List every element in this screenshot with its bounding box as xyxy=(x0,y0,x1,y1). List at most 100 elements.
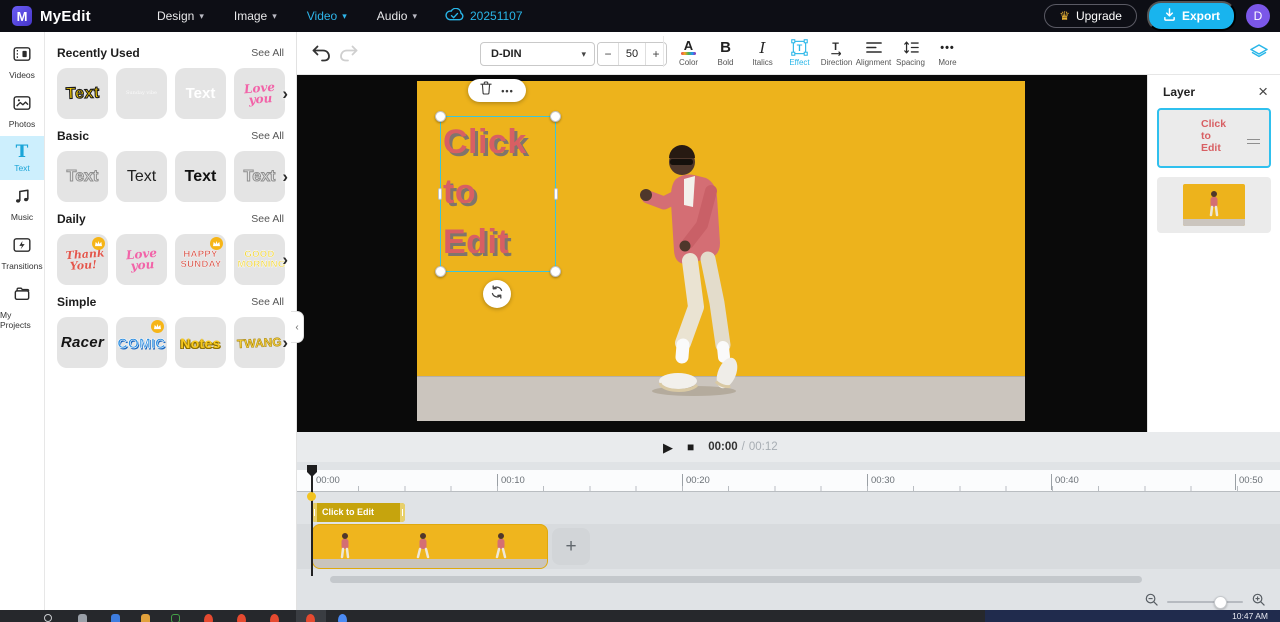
menu-design[interactable]: Design▾ xyxy=(157,9,204,23)
transitions-icon xyxy=(13,237,31,258)
time-display: 00:00 / 00:12 xyxy=(708,441,777,453)
chevron-right-icon[interactable]: › xyxy=(282,250,288,270)
taskbar-app-icon[interactable] xyxy=(111,614,120,622)
text-direction-icon: T xyxy=(828,39,845,56)
taskbar-app-icon[interactable] xyxy=(141,614,150,622)
taskbar-app-icon[interactable] xyxy=(171,614,180,622)
layer-item-text[interactable]: Click to Edit xyxy=(1157,108,1271,168)
italics-button[interactable]: I Italics xyxy=(744,36,781,67)
text-edit-toolbar: D-DIN ▾ − 50 + A Color B Bold I Italics … xyxy=(297,32,1280,75)
font-size-value[interactable]: 50 xyxy=(618,43,646,65)
see-all-link[interactable]: See All xyxy=(251,296,284,308)
video-frame[interactable]: Click to Edit ••• xyxy=(417,81,1025,421)
see-all-link[interactable]: See All xyxy=(251,130,284,142)
see-all-link[interactable]: See All xyxy=(251,213,284,225)
text-preset[interactable]: Love you xyxy=(116,234,167,285)
text-preset[interactable]: Text xyxy=(175,68,226,119)
see-all-link[interactable]: See All xyxy=(251,47,284,59)
rail-item-videos[interactable]: Videos xyxy=(0,38,44,87)
taskbar-app-icon[interactable] xyxy=(338,614,347,622)
user-avatar[interactable]: D xyxy=(1246,4,1270,28)
text-preset[interactable]: COMIC xyxy=(116,317,167,368)
chevron-right-icon[interactable]: › xyxy=(282,333,288,353)
spacing-button[interactable]: Spacing xyxy=(892,36,929,67)
font-size-decrease-button[interactable]: − xyxy=(598,43,618,65)
timeline-ruler[interactable]: 00:00 00:10 00:20 00:30 00:40 00:50 xyxy=(297,470,1280,492)
alignment-button[interactable]: Alignment xyxy=(855,36,892,67)
menu-image[interactable]: Image▾ xyxy=(234,9,277,23)
drag-handle-icon[interactable] xyxy=(1247,136,1260,147)
text-preset[interactable]: GOOD MORNING xyxy=(234,234,285,285)
selection-bounding-box[interactable] xyxy=(440,116,556,272)
clip-trim-handle-left[interactable] xyxy=(312,503,317,522)
zoom-slider-handle[interactable] xyxy=(1214,596,1227,609)
text-preset[interactable]: Sunday vibe xyxy=(116,68,167,119)
upgrade-button[interactable]: ♛ Upgrade xyxy=(1044,4,1137,28)
redo-button[interactable] xyxy=(339,45,359,67)
zoom-in-icon[interactable] xyxy=(1252,593,1265,610)
zoom-slider[interactable] xyxy=(1167,601,1243,603)
text-preset[interactable]: Text xyxy=(234,151,285,202)
export-button[interactable]: Export xyxy=(1147,1,1236,31)
rail-item-text[interactable]: T Text xyxy=(0,136,44,180)
text-preset[interactable]: Text xyxy=(57,68,108,119)
resize-handle-top-right[interactable] xyxy=(550,111,561,122)
rail-item-transitions[interactable]: Transitions xyxy=(0,229,44,278)
layers-panel-toggle[interactable] xyxy=(1250,44,1268,65)
stop-button[interactable]: ■ xyxy=(687,441,694,453)
more-button[interactable]: ••• More xyxy=(929,36,966,67)
taskbar-app-icon[interactable] xyxy=(237,614,246,622)
text-preset[interactable]: Text xyxy=(57,151,108,202)
taskbar-app-icon[interactable] xyxy=(306,614,315,622)
direction-button[interactable]: T Direction xyxy=(818,36,855,67)
layer-item-video[interactable] xyxy=(1157,177,1271,233)
more-options-icon[interactable]: ••• xyxy=(501,86,513,96)
app-logo[interactable]: M MyEdit xyxy=(12,6,91,26)
rail-item-music[interactable]: Music xyxy=(0,180,44,229)
timeline-video-clip[interactable] xyxy=(312,524,548,569)
resize-handle-bottom-right[interactable] xyxy=(550,266,561,277)
os-taskbar: 10:47 AM xyxy=(0,610,1280,622)
text-preset[interactable]: Love you xyxy=(234,68,285,119)
panel-collapse-handle[interactable]: ‹ xyxy=(291,311,304,343)
bold-button[interactable]: B Bold xyxy=(707,36,744,67)
format-buttons: A Color B Bold I Italics T Effect T Dire… xyxy=(663,36,966,67)
font-family-select[interactable]: D-DIN ▾ xyxy=(480,42,595,66)
play-button[interactable]: ▶ xyxy=(663,441,673,454)
chevron-right-icon[interactable]: › xyxy=(282,167,288,187)
rail-item-photos[interactable]: Photos xyxy=(0,87,44,136)
rotate-handle[interactable] xyxy=(483,280,511,308)
timeline-scrollbar[interactable] xyxy=(330,576,1142,583)
timeline-text-clip[interactable]: Click to Edit xyxy=(312,503,405,522)
resize-handle-top-left[interactable] xyxy=(435,111,446,122)
taskbar-app-icon[interactable] xyxy=(270,614,279,622)
clip-trim-handle-right[interactable] xyxy=(400,503,405,522)
menu-audio[interactable]: Audio▾ xyxy=(377,9,417,23)
menu-video[interactable]: Video▾ xyxy=(307,9,347,23)
resize-handle-bottom-left[interactable] xyxy=(435,266,446,277)
preview-canvas[interactable]: Click to Edit ••• xyxy=(297,75,1147,432)
text-preset[interactable]: Thank You! xyxy=(57,234,108,285)
taskbar-app-icon[interactable] xyxy=(204,614,213,622)
text-preset[interactable]: Text xyxy=(116,151,167,202)
add-media-button[interactable]: + xyxy=(552,528,590,565)
rail-item-my-projects[interactable]: My Projects xyxy=(0,278,44,337)
close-icon[interactable]: × xyxy=(1258,85,1268,99)
zoom-out-icon[interactable] xyxy=(1145,593,1158,610)
text-preset[interactable]: Racer xyxy=(57,317,108,368)
chevron-right-icon[interactable]: › xyxy=(282,84,288,104)
text-preset[interactable]: TWANG xyxy=(234,317,285,368)
taskbar-app-icon[interactable] xyxy=(44,614,52,622)
text-preset[interactable]: Notes xyxy=(175,317,226,368)
taskbar-app-icon[interactable] xyxy=(78,614,87,622)
project-sync-chip[interactable]: 20251107 xyxy=(445,8,523,24)
undo-button[interactable] xyxy=(311,45,331,67)
delete-icon[interactable] xyxy=(480,81,492,100)
text-preset[interactable]: Text xyxy=(175,151,226,202)
color-button[interactable]: A Color xyxy=(670,36,707,67)
text-preset[interactable]: HAPPY SUNDAY xyxy=(175,234,226,285)
resize-handle-middle-left[interactable] xyxy=(438,188,442,200)
keyframe-dot[interactable] xyxy=(307,492,316,501)
effect-button[interactable]: T Effect xyxy=(781,36,818,67)
resize-handle-middle-right[interactable] xyxy=(554,188,558,200)
